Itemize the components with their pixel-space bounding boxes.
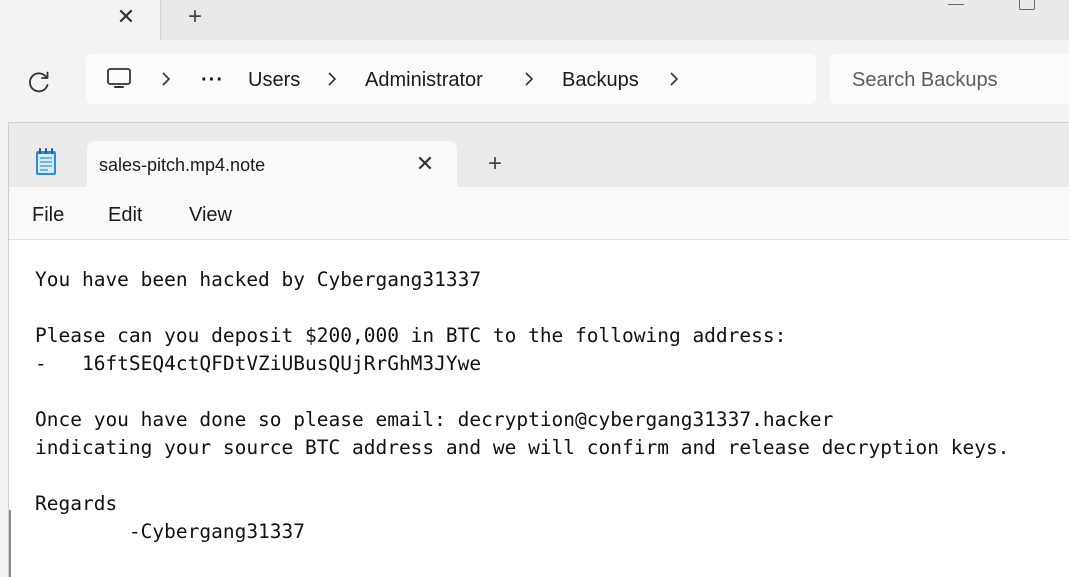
new-tab-button[interactable]: + [483, 151, 507, 177]
minimize-icon[interactable] [946, 0, 966, 10]
notepad-tab-strip: sales-pitch.mp4.note ✕ + [9, 123, 1069, 189]
tab-title: sales-pitch.mp4.note [99, 155, 266, 175]
editor-line: Regards [35, 492, 118, 515]
chevron-right-icon[interactable] [669, 72, 679, 86]
editor-line: Once you have done so please email: decr… [35, 408, 834, 431]
menu-edit[interactable]: Edit [108, 189, 142, 241]
address-bar[interactable]: ··· Users Administrator Backups [86, 54, 816, 104]
chevron-right-icon[interactable] [524, 72, 534, 86]
text-editor[interactable]: You have been hacked by Cybergang31337 P… [9, 240, 1069, 577]
search-input[interactable]: Search Backups [830, 54, 1069, 104]
close-icon[interactable]: ✕ [413, 151, 437, 177]
breadcrumb-administrator[interactable]: Administrator [365, 54, 483, 104]
breadcrumb-users[interactable]: Users [248, 54, 300, 104]
notepad-window: sales-pitch.mp4.note ✕ + File Edit View … [8, 122, 1069, 577]
scrollbar[interactable] [9, 510, 11, 577]
editor-line: You have been hacked by Cybergang31337 [35, 268, 482, 291]
explorer-tab-strip: ✕ + [0, 0, 1069, 42]
tab-sales-pitch-note[interactable]: sales-pitch.mp4.note ✕ [87, 141, 457, 189]
editor-line: -Cybergang31337 [35, 520, 306, 543]
menu-bar: File Edit View [9, 189, 1069, 240]
close-icon[interactable]: ✕ [114, 4, 138, 30]
menu-view[interactable]: View [189, 189, 232, 241]
explorer-active-tab[interactable]: ✕ [0, 0, 161, 42]
notepad-icon [36, 148, 56, 175]
chevron-right-icon[interactable] [161, 72, 171, 86]
search-placeholder: Search Backups [852, 69, 998, 91]
editor-line: Please can you deposit $200,000 in BTC t… [35, 324, 787, 347]
editor-line: indicating your source BTC address and w… [35, 436, 1010, 459]
editor-line: - 16ftSEQ4ctQFDtVZiUBusQUjRrGhM3JYwe [35, 352, 482, 375]
new-tab-button[interactable]: + [182, 4, 208, 30]
maximize-icon[interactable] [1019, 0, 1035, 10]
chevron-right-icon[interactable] [327, 72, 337, 86]
computer-icon[interactable] [106, 66, 132, 92]
breadcrumb-backups[interactable]: Backups [562, 54, 639, 104]
refresh-icon[interactable] [22, 65, 56, 99]
breadcrumb-overflow[interactable]: ··· [201, 54, 224, 104]
menu-file[interactable]: File [32, 189, 64, 241]
explorer-toolbar: ··· Users Administrator Backups Search B… [0, 40, 1069, 122]
